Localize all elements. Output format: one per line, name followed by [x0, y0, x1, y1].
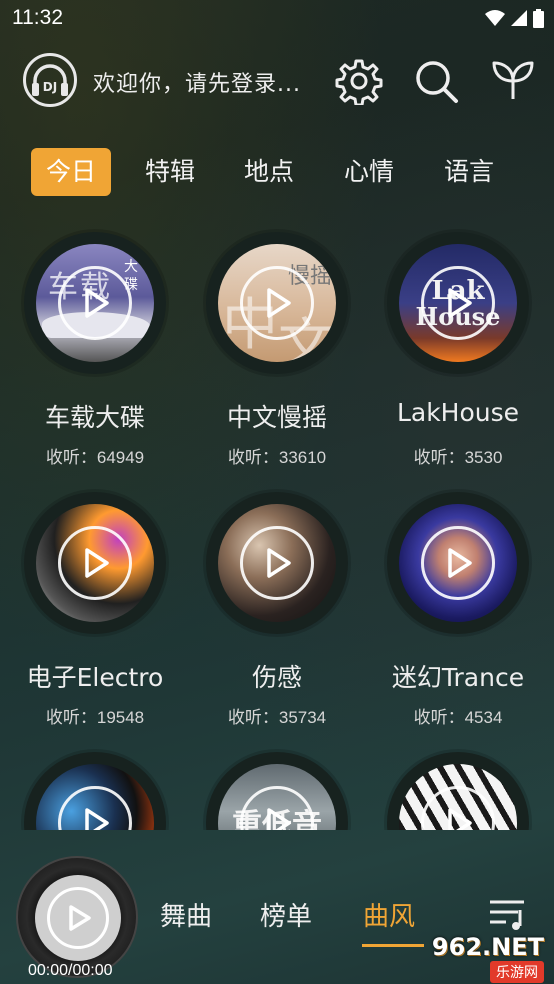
player-cover — [35, 875, 121, 961]
player-play-button[interactable] — [47, 887, 109, 949]
playlist-card[interactable]: Lak House LakHouse 收听：3530 — [367, 228, 549, 478]
play-icon — [448, 288, 472, 318]
search-icon — [416, 61, 458, 103]
cover-text: 大 — [124, 259, 138, 275]
playback-time: 00:00/00:00 — [28, 962, 113, 979]
battery-icon — [533, 8, 544, 28]
play-button[interactable] — [58, 526, 132, 600]
status-bar: 11:32 — [0, 0, 554, 38]
disc — [387, 492, 529, 634]
disc: 车载 大 碟 — [24, 232, 166, 374]
tab-charts[interactable]: 榜单 — [260, 896, 312, 933]
play-icon — [85, 808, 109, 830]
playlist-grid: 车载 大 碟 车载大碟 收听：64949 慢 摇 中 文 中文慢摇 收听：336… — [0, 228, 554, 830]
playlist-card[interactable]: 伤感 收听：35734 — [186, 488, 368, 738]
tab-special[interactable]: 特辑 — [130, 148, 210, 196]
listen-count: 收听：4534 — [413, 708, 503, 727]
playlist-card[interactable]: 慢 摇 中 文 中文慢摇 收听：33610 — [186, 228, 368, 478]
settings-gear-icon — [335, 59, 383, 107]
disc — [24, 492, 166, 634]
listen-count: 收听：35734 — [227, 708, 327, 727]
sprout-icon — [492, 61, 534, 99]
listen-count: 收听：19548 — [45, 708, 145, 727]
playlist-title: 伤感 — [251, 663, 302, 692]
disc: Lak House — [387, 232, 529, 374]
playlist-title: 中文慢摇 — [226, 403, 327, 432]
playlist-card[interactable] — [367, 748, 549, 830]
play-button[interactable] — [421, 266, 495, 340]
disc — [206, 492, 348, 634]
listen-count: 收听：33610 — [227, 448, 327, 467]
mini-player-disc[interactable] — [16, 856, 138, 978]
tab-language[interactable]: 语言 — [429, 148, 509, 196]
svg-text:DJ: DJ — [43, 80, 57, 94]
disc: 重低音 — [206, 752, 348, 830]
status-icons — [485, 8, 544, 28]
play-icon — [448, 548, 472, 578]
status-time: 11:32 — [12, 6, 63, 29]
cover-text: 摇 — [310, 264, 333, 289]
category-tabs: 今日 特辑 地点 心情 语言 — [0, 148, 554, 196]
playlist-button[interactable] — [488, 898, 526, 936]
tab-genre[interactable]: 曲风 — [363, 896, 415, 933]
settings-button[interactable] — [335, 57, 383, 107]
tab-today[interactable]: 今日 — [31, 148, 111, 196]
play-icon — [69, 905, 91, 931]
play-icon — [267, 808, 291, 830]
signal-icon — [511, 10, 527, 26]
listen-count: 收听：3530 — [413, 448, 503, 467]
play-icon — [267, 548, 291, 578]
play-button[interactable] — [58, 266, 132, 340]
listen-count: 收听：64949 — [45, 448, 145, 467]
tab-location[interactable]: 地点 — [229, 148, 309, 196]
search-button[interactable] — [412, 57, 460, 105]
play-button[interactable] — [421, 526, 495, 600]
tab-mood[interactable]: 心情 — [329, 148, 409, 196]
playlist-card[interactable]: 迷幻Trance 收听：4534 — [367, 488, 549, 738]
headphones-dj-icon: DJ — [32, 64, 68, 96]
playlist-card[interactable]: 车载 大 碟 车载大碟 收听：64949 — [4, 228, 186, 478]
disc — [387, 752, 529, 830]
sprout-button[interactable] — [490, 57, 538, 105]
login-prompt[interactable]: 欢迎你，请先登录... — [93, 66, 301, 98]
watermark-main: 962.NET — [431, 933, 544, 961]
tab-dance-music[interactable]: 舞曲 — [160, 896, 212, 933]
play-icon — [85, 548, 109, 578]
watermark: 962.NET 乐游网 — [408, 933, 548, 983]
playlist-title: 车载大碟 — [44, 403, 145, 432]
play-icon — [85, 288, 109, 318]
play-button[interactable] — [240, 526, 314, 600]
disc — [24, 752, 166, 830]
playlist-card[interactable] — [4, 748, 186, 830]
playlist-card[interactable]: 重低音 — [186, 748, 368, 830]
disc: 慢 摇 中 文 — [206, 232, 348, 374]
play-icon — [448, 808, 472, 830]
dj-avatar[interactable]: DJ — [23, 53, 77, 107]
play-icon — [267, 288, 291, 318]
playlist-title: 电子Electro — [26, 663, 164, 692]
playlist-card[interactable]: 电子Electro 收听：19548 — [4, 488, 186, 738]
wifi-icon — [485, 10, 505, 26]
play-button[interactable] — [240, 266, 314, 340]
playlist-icon — [490, 900, 524, 930]
watermark-sub: 乐游网 — [490, 961, 544, 983]
playlist-title: 迷幻Trance — [391, 663, 525, 692]
playlist-title: LakHouse — [396, 398, 520, 427]
